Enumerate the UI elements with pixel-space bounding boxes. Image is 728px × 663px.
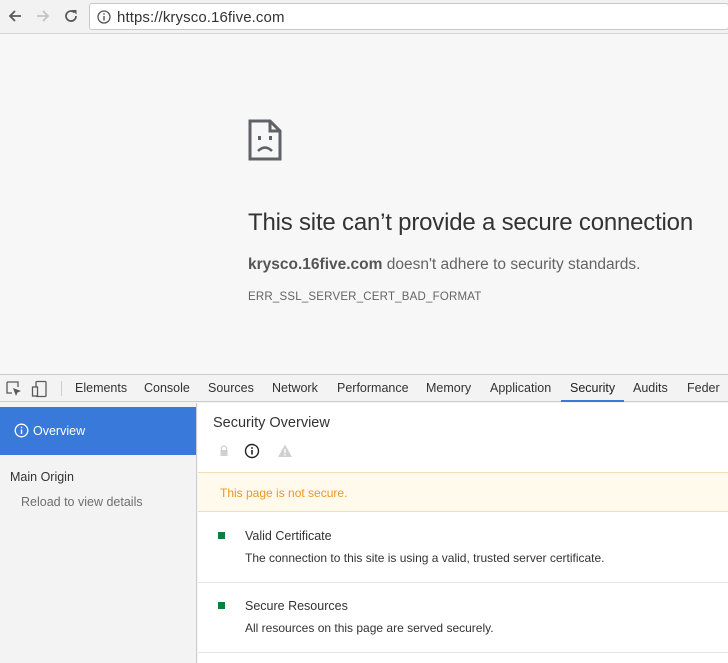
sidebar-item-label: Overview [33,424,86,438]
info-icon[interactable] [97,10,111,24]
devtools-tabbar: Elements Console Sources Network Perform… [0,374,728,402]
security-item-description: All resources on this page are served se… [245,621,494,635]
sad-page-icon [248,119,282,161]
inspect-element-icon[interactable] [5,380,23,398]
error-description: krysco.16five.com doesn't adhere to secu… [248,256,640,274]
secure-status-indicator [218,532,225,539]
info-icon [244,443,260,459]
error-title: This site can’t provide a secure connect… [248,209,693,236]
security-item: Secure Resources All resources on this p… [198,583,728,653]
security-sidebar: Overview Main Origin Reload to view deta… [0,403,197,663]
url-text[interactable]: https://krysco.16five.com [117,9,285,26]
security-item-title: Valid Certificate [245,529,332,543]
back-button[interactable] [4,5,26,27]
arrow-left-icon [8,10,21,22]
tab-feder[interactable]: Feder [687,375,720,402]
error-code: ERR_SSL_SERVER_CERT_BAD_FORMAT [248,291,482,303]
error-desc-rest: doesn't adhere to security standards. [382,256,641,273]
lock-icon [220,445,228,456]
panel-title: Security Overview [213,415,330,431]
security-overview-panel: Security Overview This page is not secur… [198,403,728,663]
tab-security[interactable]: Security [561,375,624,402]
error-host: krysco.16five.com [248,256,383,273]
sidebar-item-overview[interactable]: Overview [0,407,196,455]
reload-details-text: Reload to view details [21,495,143,509]
forward-button[interactable] [32,5,54,27]
toolbar-divider [61,381,62,396]
tab-elements[interactable]: Elements [75,375,127,402]
security-item-title: Secure Resources [245,599,348,613]
main-origin-heading: Main Origin [10,470,74,484]
warning-icon [278,444,292,457]
error-page: This site can’t provide a secure connect… [0,35,728,374]
tab-console[interactable]: Console [144,375,190,402]
tab-audits[interactable]: Audits [633,375,668,402]
reload-icon [65,10,77,22]
tab-application[interactable]: Application [490,375,551,402]
tab-memory[interactable]: Memory [426,375,471,402]
browser-toolbar: https://krysco.16five.com [0,0,728,34]
reload-button[interactable] [60,5,82,27]
info-icon [14,423,29,438]
arrow-right-icon [37,10,50,22]
security-status-banner: This page is not secure. [198,472,728,512]
tab-network[interactable]: Network [272,375,318,402]
secure-status-indicator [218,602,225,609]
tab-performance[interactable]: Performance [337,375,409,402]
address-bar[interactable]: https://krysco.16five.com [89,3,728,30]
tab-sources[interactable]: Sources [208,375,254,402]
device-toolbar-icon[interactable] [31,380,49,398]
security-status-text: This page is not secure. [220,486,348,500]
security-item-description: The connection to this site is using a v… [245,551,605,565]
security-item: Valid Certificate The connection to this… [198,513,728,583]
